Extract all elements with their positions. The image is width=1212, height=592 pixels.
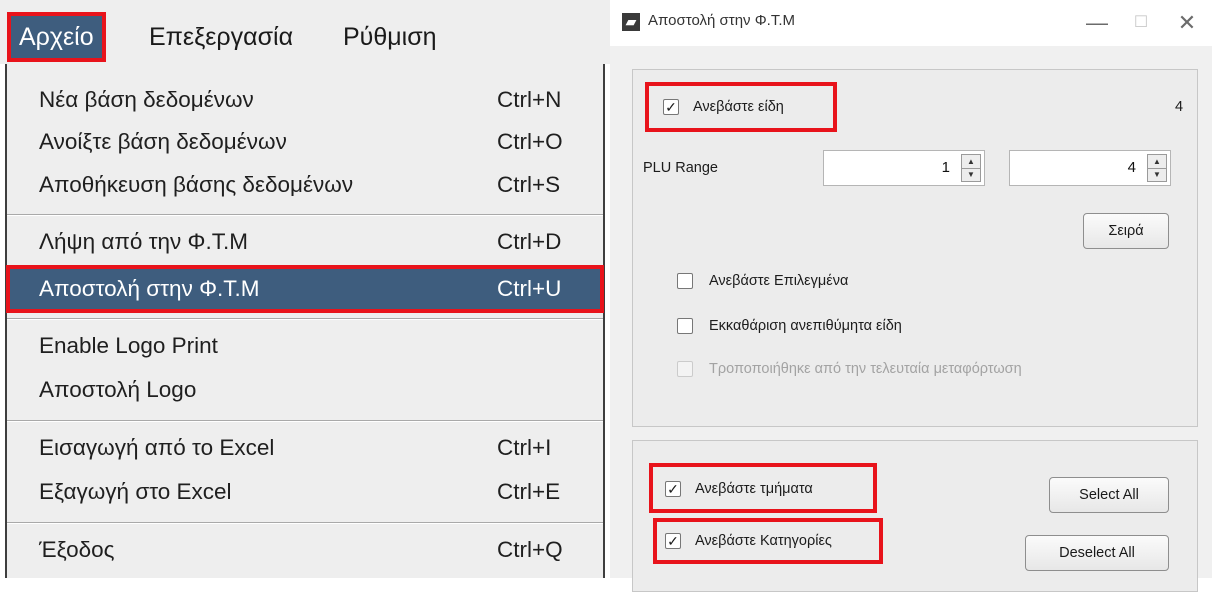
menu-edit[interactable]: Επεξεργασία: [149, 14, 293, 60]
menu-separator: [7, 214, 603, 216]
spinner-arrows: ▲ ▼: [1147, 154, 1167, 182]
menu-bar: Αρχείο Επεξεργασία Ρύθμιση: [0, 0, 610, 64]
file-menu-dropdown: Νέα βάση δεδομένων Ctrl+N Ανοίξτε βάση δ…: [5, 64, 605, 578]
upload-departments-checkbox[interactable]: ✓: [665, 481, 681, 497]
chevron-up-icon[interactable]: ▲: [962, 155, 980, 169]
clear-unwanted-items-checkbox[interactable]: [677, 318, 693, 334]
chevron-down-icon[interactable]: ▼: [1148, 168, 1166, 181]
plu-to-spinner[interactable]: 4 ▲ ▼: [1009, 150, 1171, 186]
spinner-arrows: ▲ ▼: [961, 154, 981, 182]
menu-item-label: Ανοίξτε βάση δεδομένων: [39, 129, 287, 154]
plu-range-label: PLU Range: [643, 160, 718, 176]
menu-item-import-excel[interactable]: Εισαγωγή από το Excel Ctrl+I: [7, 428, 603, 468]
menu-file[interactable]: Αρχείο: [7, 12, 106, 62]
maximize-icon[interactable]: ☐: [1124, 6, 1158, 40]
menu-item-shortcut: Ctrl+I: [497, 435, 552, 460]
plu-from-spinner[interactable]: 1 ▲ ▼: [823, 150, 985, 186]
modified-since-last-upload-checkbox: [677, 361, 693, 377]
menu-item-label: Εξαγωγή στο Excel: [39, 479, 232, 504]
menu-item-label: Αποθήκευση βάσης δεδομένων: [39, 172, 354, 197]
menu-item-export-excel[interactable]: Εξαγωγή στο Excel Ctrl+E: [7, 472, 603, 512]
menu-item-label: Αποστολή στην Φ.Τ.Μ: [39, 276, 260, 301]
menu-item-shortcut: Ctrl+D: [497, 229, 562, 254]
menu-item-label: Εισαγωγή από το Excel: [39, 435, 275, 460]
upload-items-checkbox[interactable]: ✓: [663, 99, 679, 115]
menu-item-label: Αποστολή Logo: [39, 377, 197, 402]
send-to-ftm-dialog: ▰ Αποστολή στην Φ.Τ.Μ — ☐ ✕ ✓ Ανεβάστε ε…: [610, 0, 1212, 592]
close-icon[interactable]: ✕: [1170, 6, 1204, 40]
order-button[interactable]: Σειρά: [1083, 213, 1169, 249]
select-all-button[interactable]: Select All: [1049, 477, 1169, 513]
plu-to-value: 4: [1127, 159, 1136, 176]
plu-from-value: 1: [941, 159, 950, 176]
modified-since-last-upload-label: Τροποποιήθηκε από την τελευταία μεταφόρτ…: [709, 361, 1022, 377]
minimize-icon[interactable]: —: [1080, 6, 1114, 40]
clear-unwanted-items-label: Εκκαθάριση ανεπιθύμητα είδη: [709, 318, 902, 334]
dialog-titlebar: ▰ Αποστολή στην Φ.Τ.Μ — ☐ ✕: [610, 0, 1212, 46]
menu-item-shortcut: Ctrl+N: [497, 87, 562, 112]
deselect-all-button[interactable]: Deselect All: [1025, 535, 1169, 571]
menu-item-send-to-ftm[interactable]: Αποστολή στην Φ.Τ.Μ Ctrl+U: [6, 265, 604, 313]
menu-item-download-from-ftm[interactable]: Λήψη από την Φ.Τ.Μ Ctrl+D: [7, 222, 603, 262]
items-count: 4: [1175, 99, 1184, 115]
menu-item-label: Λήψη από την Φ.Τ.Μ: [39, 229, 249, 254]
menu-item-shortcut: Ctrl+Q: [497, 537, 563, 562]
upload-items-label: Ανεβάστε είδη: [693, 99, 784, 115]
departments-categories-panel: ✓ Ανεβάστε τμήματα ✓ Ανεβάστε Κατηγορίες…: [632, 440, 1198, 592]
menu-settings[interactable]: Ρύθμιση: [343, 14, 437, 60]
menu-item-save-database[interactable]: Αποθήκευση βάσης δεδομένων Ctrl+S: [7, 165, 603, 205]
menu-item-label: Έξοδος: [39, 537, 115, 562]
chevron-up-icon[interactable]: ▲: [1148, 155, 1166, 169]
menu-item-new-database[interactable]: Νέα βάση δεδομένων Ctrl+N: [7, 80, 603, 120]
menu-separator: [7, 420, 603, 422]
menu-item-label: Enable Logo Print: [39, 333, 218, 358]
items-panel: ✓ Ανεβάστε είδη 4 PLU Range 1 ▲ ▼ 4 ▲ ▼ …: [632, 69, 1198, 427]
menu-item-send-logo[interactable]: Αποστολή Logo: [7, 370, 603, 410]
upload-selected-checkbox[interactable]: [677, 273, 693, 289]
menu-item-open-database[interactable]: Ανοίξτε βάση δεδομένων Ctrl+O: [7, 122, 603, 162]
menu-item-label: Νέα βάση δεδομένων: [39, 87, 254, 112]
upload-categories-checkbox[interactable]: ✓: [665, 533, 681, 549]
chevron-down-icon[interactable]: ▼: [962, 168, 980, 181]
menu-item-shortcut: Ctrl+S: [497, 172, 561, 197]
menu-separator: [7, 318, 603, 320]
menu-separator: [7, 522, 603, 524]
menu-item-enable-logo-print[interactable]: Enable Logo Print: [7, 326, 603, 366]
menu-item-exit[interactable]: Έξοδος Ctrl+Q: [7, 530, 603, 570]
upload-departments-label: Ανεβάστε τμήματα: [695, 481, 813, 497]
menu-item-shortcut: Ctrl+U: [497, 276, 562, 301]
upload-selected-label: Ανεβάστε Επιλεγμένα: [709, 273, 849, 289]
app-icon: ▰: [622, 13, 640, 31]
menu-item-shortcut: Ctrl+E: [497, 479, 561, 504]
upload-categories-label: Ανεβάστε Κατηγορίες: [695, 533, 832, 549]
dialog-title: Αποστολή στην Φ.Τ.Μ: [648, 12, 796, 29]
menu-item-shortcut: Ctrl+O: [497, 129, 563, 154]
